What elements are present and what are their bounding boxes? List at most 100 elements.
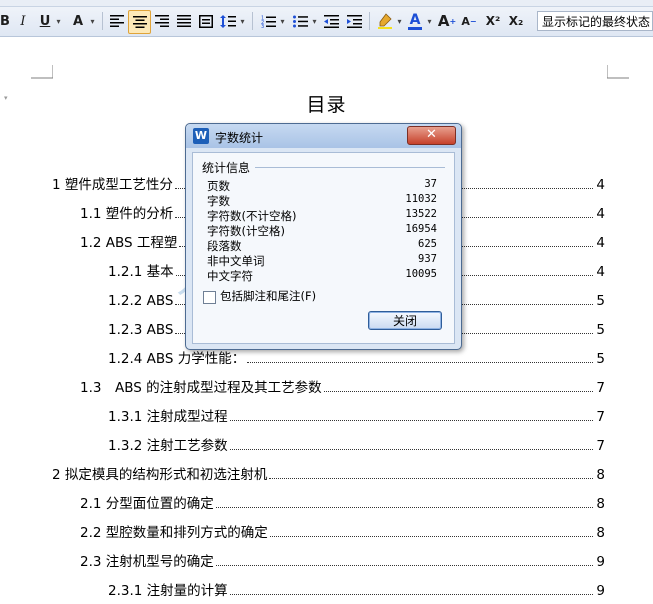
stat-row: 字符数(计空格) 16954 [207, 223, 437, 238]
toc-entry-page: 5 [596, 293, 605, 309]
toc-entry-page: 7 [596, 438, 605, 454]
toc-entry[interactable]: 2.2 型腔数量和排列方式的确定 8 [80, 521, 605, 541]
highlight-dropdown[interactable]: ▾ [395, 10, 403, 32]
toc-entry-label: 1.2 ABS 工程塑 [80, 235, 178, 251]
toc-entry-page: 9 [596, 583, 605, 599]
toc-entry-page: 8 [596, 525, 605, 541]
toc-entry-label: 2.3 注射机型号的确定 [80, 554, 214, 570]
toc-entry[interactable]: 2.3.1 注射量的计算 9 [108, 579, 605, 599]
toc-entry[interactable]: 2 拟定模具的结构形式和初选注射机 8 [52, 463, 605, 483]
toc-leader-dots [229, 448, 593, 450]
toc-entry[interactable]: 1.2.4 ABS 力学性能： 5 [108, 347, 605, 367]
stat-label: 字符数(不计空格) [207, 209, 297, 223]
dialog-close-x-button[interactable]: ✕ [407, 126, 456, 145]
close-button[interactable]: 关闭 [368, 311, 442, 330]
italic-button[interactable]: I [16, 10, 30, 32]
toc-entry-label: 2 拟定模具的结构形式和初选注射机 [52, 467, 268, 483]
toc-entry-label: 2.1 分型面位置的确定 [80, 496, 214, 512]
toc-leader-dots [269, 535, 593, 537]
wps-app-icon: W [193, 128, 209, 144]
highlight-button[interactable] [375, 10, 395, 32]
statistics-group-label: 统计信息 [202, 161, 251, 175]
track-changes-display-select[interactable]: 显示标记的最终状态 [537, 11, 653, 31]
distributed-align-icon [199, 14, 213, 28]
bold-button[interactable]: B [0, 10, 10, 32]
toc-entry-page: 4 [596, 177, 605, 193]
toc-entry[interactable]: 2.3 注射机型号的确定 9 [80, 550, 605, 570]
toc-title: 目录 [306, 94, 347, 116]
toc-entry-label: 2.3.1 注射量的计算 [108, 583, 228, 599]
subscript-button[interactable]: X₂ [506, 10, 526, 32]
bullets-dropdown[interactable]: ▾ [310, 10, 318, 32]
toc-leader-dots [269, 477, 593, 479]
toc-entry-page: 5 [596, 322, 605, 338]
toc-entry-page: 4 [596, 264, 605, 280]
toc-entry-label: 1.1 塑件的分析 [80, 206, 174, 222]
justify-button[interactable] [175, 10, 193, 32]
include-footnotes-checkbox[interactable] [203, 291, 216, 304]
dialog-titlebar[interactable]: W 字数统计 ✕ [186, 124, 461, 148]
align-right-button[interactable] [153, 10, 171, 32]
font-style-icon: A [72, 13, 84, 29]
stat-value: 16954 [405, 223, 437, 235]
stat-label: 页数 [207, 179, 230, 193]
stat-row: 字数 11032 [207, 193, 437, 208]
stat-value: 13522 [405, 208, 437, 220]
toc-entry-label: 1.2.3 ABS [108, 322, 174, 338]
stat-value: 11032 [405, 193, 437, 205]
toc-entry[interactable]: 1.3 ABS 的注射成型过程及其工艺参数 7 [80, 376, 605, 396]
toc-leader-dots [323, 390, 593, 392]
stat-label: 中文字符 [207, 269, 253, 283]
char-shading-dropdown[interactable]: ▾ [88, 10, 96, 32]
shrink-font-icon: A [461, 14, 470, 28]
numbering-dropdown[interactable]: ▾ [278, 10, 286, 32]
toc-entry[interactable]: 1.3.1 注射成型过程 7 [108, 405, 605, 425]
align-center-icon [132, 16, 147, 28]
font-color-swatch [408, 26, 422, 30]
toc-entry-label: 1.3.2 注射工艺参数 [108, 438, 228, 454]
toc-leader-dots [229, 593, 593, 595]
toc-entry-page: 7 [596, 409, 605, 425]
highlighter-icon [378, 13, 392, 29]
underline-button[interactable]: U [38, 10, 52, 32]
underline-dropdown[interactable]: ▾ [54, 10, 62, 32]
stat-label: 字符数(计空格) [207, 224, 285, 238]
justify-icon [177, 15, 191, 27]
font-color-icon: A [409, 11, 421, 28]
align-left-icon [110, 15, 124, 27]
toc-entry-page: 9 [596, 554, 605, 570]
align-center-button[interactable] [128, 10, 151, 34]
stat-value: 625 [418, 238, 437, 250]
toc-entry[interactable]: 1.3.2 注射工艺参数 7 [108, 434, 605, 454]
toolbar-top-strip [0, 0, 653, 7]
include-footnotes-label[interactable]: 包括脚注和尾注(F) [220, 288, 316, 304]
decrease-indent-button[interactable] [321, 10, 341, 32]
bullets-button[interactable] [290, 10, 310, 32]
increase-indent-button[interactable] [344, 10, 364, 32]
distributed-align-button[interactable] [197, 10, 215, 32]
margin-corner-left [31, 65, 53, 79]
toc-entry-page: 8 [596, 496, 605, 512]
align-left-button[interactable] [108, 10, 126, 32]
toc-entry-label: 1.2.1 基本 [108, 264, 174, 280]
line-spacing-button[interactable] [219, 10, 237, 32]
shrink-font-button[interactable]: A − [459, 10, 479, 32]
margin-corner-right [607, 65, 629, 79]
superscript-button[interactable]: X² [483, 10, 503, 32]
numbering-button[interactable]: 123 [258, 10, 278, 32]
stat-row: 字符数(不计空格) 13522 [207, 208, 437, 223]
line-spacing-dropdown[interactable]: ▾ [238, 10, 246, 32]
formatting-toolbar: B I U ▾ A ▾ ▾ 123 ▾ ▾ ▾ A ▾ A + A − X² X… [0, 0, 653, 37]
font-color-dropdown[interactable]: ▾ [425, 10, 433, 32]
char-shading-button[interactable]: A [68, 10, 88, 32]
grow-font-icon: A [437, 12, 450, 30]
toc-entry-page: 5 [596, 351, 605, 367]
grow-font-button[interactable]: A + [437, 10, 457, 32]
toc-entry-label: 1 塑件成型工艺性分 [52, 177, 173, 193]
toc-entry-label: 2.2 型腔数量和排列方式的确定 [80, 525, 268, 541]
stat-row: 页数 37 [207, 178, 437, 193]
toc-entry[interactable]: 2.1 分型面位置的确定 8 [80, 492, 605, 512]
font-color-button[interactable]: A [405, 10, 425, 32]
stat-label: 段落数 [207, 239, 242, 253]
stat-label: 非中文单词 [207, 254, 265, 268]
